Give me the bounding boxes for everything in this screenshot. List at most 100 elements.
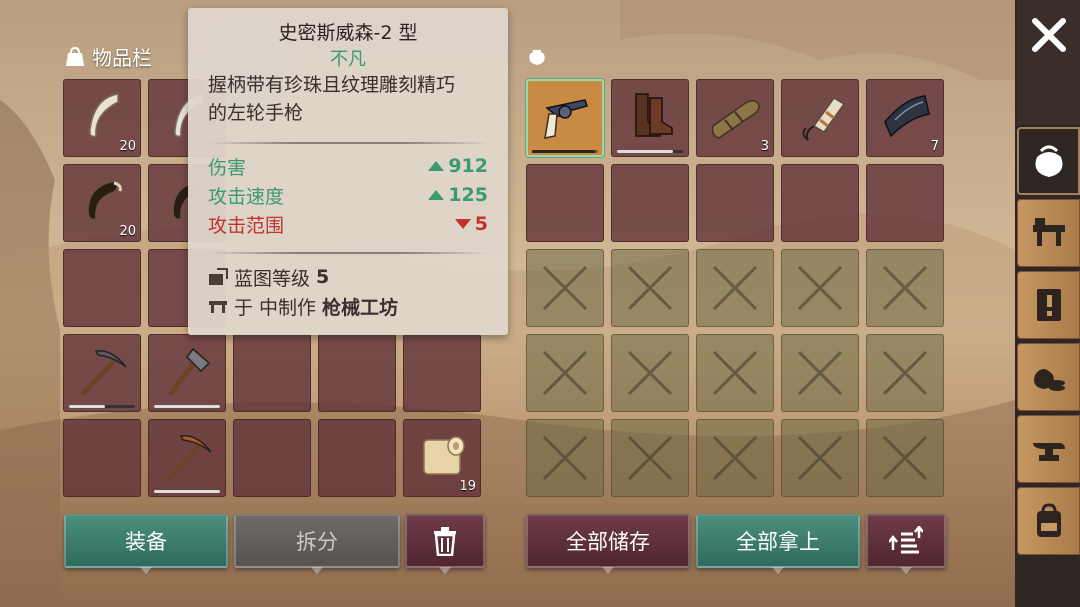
- metal-plate-icon: [884, 95, 930, 138]
- pickaxe-icon: [81, 350, 127, 396]
- tab-forge[interactable]: [1017, 415, 1080, 483]
- tab-quests[interactable]: [1017, 271, 1080, 339]
- locked-x-icon: [712, 265, 758, 311]
- craft-prefix: 于 中制作: [234, 296, 317, 319]
- item-count: 20: [119, 224, 136, 239]
- inventory-slot[interactable]: [403, 334, 481, 412]
- locked-storage-slot: [611, 334, 689, 412]
- storage-slot[interactable]: 3: [696, 79, 774, 157]
- inventory-slot[interactable]: 20: [63, 164, 141, 242]
- blueprint-level: 蓝图等级 5: [208, 263, 488, 291]
- tab-backpack[interactable]: [1017, 487, 1080, 555]
- increase-arrow-icon: [428, 161, 445, 171]
- stat-value: 5: [474, 213, 488, 235]
- storage-slot[interactable]: [696, 164, 774, 242]
- tab-inventory-bag[interactable]: [1017, 127, 1080, 195]
- inventory-slot[interactable]: [148, 419, 226, 497]
- cloth-roll-icon: [423, 436, 465, 475]
- item-count: 19: [459, 479, 476, 494]
- locked-x-icon: [627, 435, 673, 481]
- stat-damage: 伤害 912: [208, 152, 488, 180]
- locked-x-icon: [712, 435, 758, 481]
- inventory-slot[interactable]: [63, 419, 141, 497]
- storage-slot[interactable]: [866, 164, 944, 242]
- trash-icon: [434, 527, 456, 556]
- craft-station-name: 枪械工坊: [322, 296, 399, 319]
- stat-label: 攻击速度: [208, 185, 285, 208]
- inventory-slot[interactable]: 19: [403, 419, 481, 497]
- dismantle-button[interactable]: 拆分: [234, 514, 400, 574]
- decrease-arrow-icon: [454, 219, 471, 229]
- inventory-slot[interactable]: [233, 334, 311, 412]
- storage-slot[interactable]: 7: [866, 79, 944, 157]
- fang-icon: [89, 93, 119, 138]
- workbench-icon: [209, 301, 227, 313]
- locked-x-icon: [882, 265, 928, 311]
- equip-label: 装备: [125, 530, 167, 554]
- locked-x-icon: [797, 265, 843, 311]
- trade-icon: [1034, 369, 1065, 391]
- storage-slot[interactable]: [611, 164, 689, 242]
- locked-storage-slot: [696, 334, 774, 412]
- bedroll-icon: [711, 99, 760, 139]
- increase-arrow-icon: [428, 190, 445, 200]
- crafting-bench-icon: [1033, 218, 1065, 246]
- inventory-slot[interactable]: [233, 419, 311, 497]
- storage-slot[interactable]: [611, 79, 689, 157]
- inventory-slot[interactable]: [318, 419, 396, 497]
- dismantle-label: 拆分: [296, 530, 338, 554]
- locked-storage-slot: [696, 419, 774, 497]
- take-all-button[interactable]: 全部拿上: [696, 514, 860, 574]
- stat-value: 125: [448, 184, 488, 206]
- bag-icon: [1035, 145, 1063, 177]
- axe-icon: [168, 347, 211, 396]
- inventory-slot[interactable]: [63, 334, 141, 412]
- durability-bar: [154, 490, 220, 493]
- tab-trade[interactable]: [1017, 343, 1080, 411]
- divider: [208, 142, 488, 144]
- backpack-icon: [1037, 503, 1061, 537]
- divider: [208, 252, 488, 254]
- locked-x-icon: [712, 350, 758, 396]
- storage-slot[interactable]: [526, 79, 604, 157]
- item-count: 20: [119, 139, 136, 154]
- equip-button[interactable]: 装备: [64, 514, 228, 574]
- locked-x-icon: [627, 350, 673, 396]
- description-line: 握柄带有珍珠且纹理雕刻精巧: [208, 74, 456, 96]
- inventory-header: 物品栏: [64, 42, 152, 71]
- inventory-slot[interactable]: [148, 334, 226, 412]
- close-panel[interactable]: [1017, 0, 1080, 125]
- revolver-icon: [544, 99, 588, 139]
- craft-station: 于 中制作 枪械工坊: [208, 292, 488, 320]
- locked-storage-slot: [781, 419, 859, 497]
- item-description: 握柄带有珍珠且纹理雕刻精巧 的左轮手枪: [208, 71, 490, 127]
- trash-button[interactable]: [405, 514, 485, 574]
- locked-x-icon: [797, 350, 843, 396]
- pickaxe-icon: [166, 435, 212, 481]
- storage-slot[interactable]: [781, 164, 859, 242]
- sort-button[interactable]: [866, 514, 946, 574]
- inventory-title: 物品栏: [92, 46, 152, 70]
- durability-bar: [617, 150, 683, 153]
- storage-slot[interactable]: [781, 79, 859, 157]
- blueprint-label: 蓝图等级: [234, 267, 311, 290]
- store-all-button[interactable]: 全部储存: [526, 514, 690, 574]
- anvil-icon: [1033, 443, 1065, 461]
- sort-icon: [889, 526, 923, 554]
- tab-crafting[interactable]: [1017, 199, 1080, 267]
- locked-storage-slot: [866, 419, 944, 497]
- locked-storage-slot: [611, 249, 689, 327]
- locked-x-icon: [542, 265, 588, 311]
- locked-x-icon: [542, 350, 588, 396]
- item-count: 7: [930, 139, 939, 154]
- inventory-slot[interactable]: [63, 249, 141, 327]
- item-name: 史密斯威森-2 型: [278, 22, 418, 44]
- storage-slot[interactable]: [526, 164, 604, 242]
- claw-icon: [87, 180, 122, 221]
- locked-storage-slot: [866, 249, 944, 327]
- inventory-slot[interactable]: [318, 334, 396, 412]
- bag-icon: [66, 46, 84, 66]
- locked-storage-slot: [526, 334, 604, 412]
- inventory-slot[interactable]: 20: [63, 79, 141, 157]
- locked-x-icon: [882, 350, 928, 396]
